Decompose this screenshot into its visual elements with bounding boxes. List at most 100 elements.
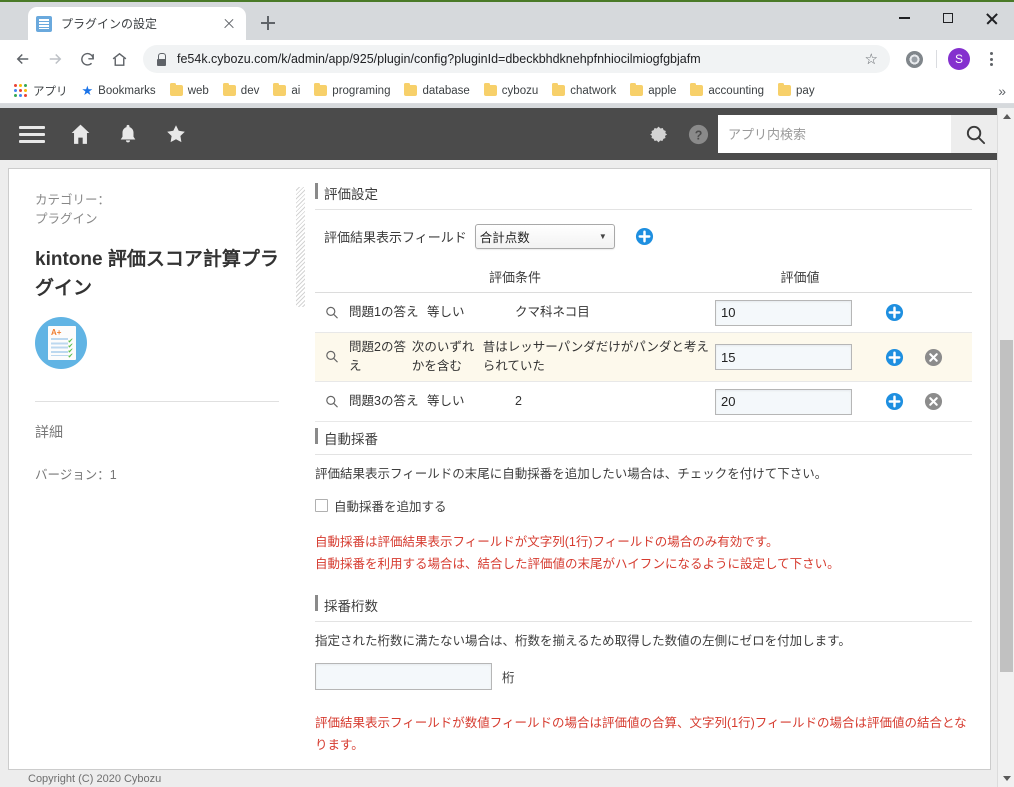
window-controls [882, 2, 1014, 34]
toolbar-divider [936, 50, 937, 68]
settings-button[interactable] [638, 108, 678, 160]
bookmark-item-dev[interactable]: dev [217, 82, 266, 100]
browser-titlebar: プラグインの設定 [0, 0, 1014, 40]
delete-row-button[interactable] [924, 348, 943, 367]
help-button[interactable]: ? [678, 108, 718, 160]
column-header-condition: 評価条件 [488, 270, 541, 285]
bookmark-item-database[interactable]: database [398, 82, 475, 100]
column-header-value: 評価値 [780, 270, 820, 285]
bookmark-label: cybozu [501, 84, 539, 97]
auto-number-checkbox-label: 自動採番を追加する [334, 500, 447, 514]
maximize-button[interactable] [926, 2, 970, 34]
home-button[interactable] [104, 44, 134, 74]
close-window-button[interactable] [970, 2, 1014, 34]
eval-field-select[interactable]: 合計点数 ▼ [474, 224, 615, 249]
auto-number-checkbox-row[interactable]: 自動採番を追加する [315, 496, 972, 515]
bookmark-label: programing [332, 84, 391, 97]
panel-divider [35, 401, 279, 402]
add-row-button[interactable] [885, 303, 904, 322]
condition-value: クマ科ネコ目 [515, 305, 590, 319]
add-condition-button[interactable] [635, 227, 654, 246]
bookmark-item-bookmarks[interactable]: ★ Bookmarks [76, 80, 162, 102]
add-row-button[interactable] [885, 348, 904, 367]
auto-number-warning-2: 自動採番を利用する場合は、結合した評価値の末尾がハイフンになるように設定して下さ… [315, 557, 840, 571]
settings-pane: 評価設定 評価結果表示フィールド 合計点数 ▼ 評価条件 評価値 問題1の答え … [305, 169, 990, 769]
minimize-button[interactable] [882, 2, 926, 34]
score-input[interactable] [715, 299, 852, 326]
new-tab-button[interactable] [254, 9, 282, 37]
forward-button[interactable] [40, 44, 70, 74]
vertical-scrollbar[interactable] [997, 108, 1014, 787]
favorites-button[interactable] [152, 108, 200, 160]
search-input[interactable] [718, 115, 951, 153]
bookmark-label: dev [240, 84, 260, 97]
bookmark-label: ai [291, 84, 301, 97]
digits-help: 指定された桁数に満たない場合は、桁数を揃えるため取得した数値の左側にゼロを付加し… [315, 634, 851, 648]
app-search [718, 115, 1000, 153]
add-row-button[interactable] [885, 392, 904, 411]
score-input[interactable] [715, 344, 852, 370]
bookmark-item-apps[interactable]: アプリ [8, 80, 74, 102]
row-actions [885, 303, 904, 322]
kintone-header-right: ? [638, 108, 1000, 160]
bookmark-item-cybozu[interactable]: cybozu [478, 82, 544, 100]
chevron-down-icon: ▼ [598, 232, 607, 241]
score-value-cell [715, 388, 885, 415]
bookmark-item-accounting[interactable]: accounting [684, 82, 770, 100]
home-button[interactable] [56, 108, 104, 160]
menu-button[interactable] [8, 108, 56, 160]
notifications-button[interactable] [104, 108, 152, 160]
browser-menu-button[interactable] [976, 44, 1006, 74]
magnifier-icon[interactable] [315, 305, 349, 321]
address-bar[interactable]: fe54k.cybozu.com/k/admin/app/925/plugin/… [143, 45, 890, 73]
plugin-score-icon: A+ ✔ ✔ ✔ ✔ [35, 317, 87, 369]
digits-warning: 評価結果表示フィールドが数値フィールドの場合は評価値の合算、文字列(1行)フィー… [315, 716, 967, 752]
condition-text: 問題2の答え 次のいずれかを含む 昔はレッサーパンダだけがパンダと考えられていた [349, 338, 715, 376]
folder-icon [314, 82, 328, 96]
kebab-menu-icon [981, 52, 1001, 66]
auto-number-warning-1: 自動採番は評価結果表示フィールドが文字列(1行)フィールドの場合のみ有効です。 [315, 535, 779, 549]
bookmark-item-chatwork[interactable]: chatwork [546, 82, 622, 100]
delete-row-button[interactable] [924, 392, 943, 411]
hamburger-icon [19, 125, 45, 143]
bookmark-star-icon[interactable]: ☆ [865, 50, 878, 68]
magnifier-icon[interactable] [315, 394, 349, 410]
bookmark-label: Bookmarks [98, 84, 156, 97]
bookmark-item-programing[interactable]: programing [308, 82, 396, 100]
browser-window: プラグインの設定 fe54k.cybozu.com/k/admin/app/92… [0, 0, 1014, 787]
plugin-category-value: プラグイン [35, 212, 98, 226]
star-icon: ★ [81, 82, 94, 98]
condition-text: 問題3の答え 等しい 2 [349, 392, 715, 411]
extension-icon[interactable] [899, 44, 929, 74]
bookmarks-overflow-icon[interactable]: » [998, 83, 1006, 99]
search-button[interactable] [951, 115, 1000, 153]
scroll-up-button[interactable] [998, 108, 1014, 125]
tab-close-icon[interactable] [220, 15, 238, 33]
score-input[interactable] [715, 388, 852, 415]
bookmark-label: アプリ [33, 85, 68, 98]
folder-icon [483, 82, 497, 96]
profile-avatar[interactable]: S [944, 44, 974, 74]
reload-button[interactable] [72, 44, 102, 74]
folder-icon [222, 82, 236, 96]
digits-input[interactable] [315, 663, 492, 690]
bookmarks-bar: アプリ ★ Bookmarks web dev ai programing da… [0, 78, 1014, 104]
scrollbar-thumb[interactable] [1000, 340, 1013, 672]
bookmark-item-pay[interactable]: pay [772, 82, 821, 100]
bookmark-item-ai[interactable]: ai [267, 82, 306, 100]
section-title-eval: 評価設定 [315, 183, 972, 210]
back-button[interactable] [8, 44, 38, 74]
tab-title: プラグインの設定 [61, 17, 158, 31]
panel-resize-grip[interactable] [296, 187, 305, 307]
condition-table-header: 評価条件 評価値 [315, 267, 972, 293]
scroll-down-button[interactable] [998, 770, 1014, 787]
auto-number-checkbox[interactable] [315, 499, 328, 512]
folder-icon [778, 82, 792, 96]
bookmark-item-web[interactable]: web [164, 82, 215, 100]
magnifier-icon[interactable] [315, 349, 349, 365]
tab-favicon-icon [36, 15, 52, 32]
bookmark-item-apple[interactable]: apple [624, 82, 682, 100]
browser-tab[interactable]: プラグインの設定 [28, 7, 246, 40]
maximize-icon [943, 13, 953, 23]
lock-icon [155, 52, 167, 66]
